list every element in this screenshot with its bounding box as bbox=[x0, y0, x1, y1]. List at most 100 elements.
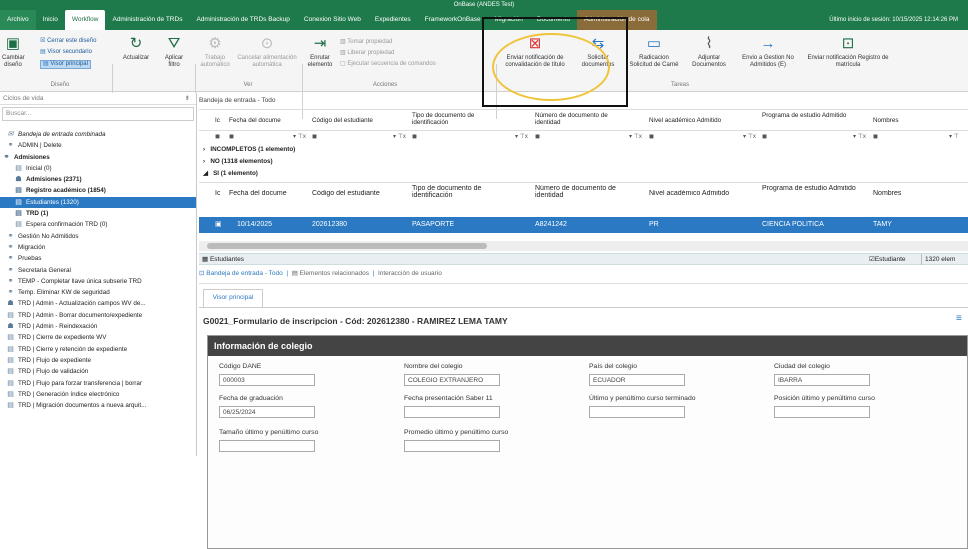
pais-colegio-field[interactable]: ECUADOR bbox=[589, 374, 685, 386]
col-header-codigo[interactable]: Código del estudiante bbox=[312, 117, 373, 124]
expand-icon[interactable]: › bbox=[203, 146, 205, 153]
tab-workflow[interactable]: Workflow bbox=[64, 10, 106, 30]
lifecycle-item[interactable]: ⚭ TEMP - Completar llave única subserie T… bbox=[0, 276, 196, 287]
lifecycle-item[interactable]: ▤ TRD | Flujo de validación bbox=[0, 366, 196, 377]
filter-clear-icon[interactable]: ▾ ⊤x bbox=[629, 133, 642, 140]
ciudad-colegio-field[interactable]: IBARRA bbox=[774, 374, 870, 386]
col-header-programa[interactable]: Programa de estudio Admitido bbox=[762, 112, 857, 119]
lifecycle-item[interactable]: ☗ TRD | Admin - Reindexación bbox=[0, 321, 196, 332]
cancelar-alimentacion-button[interactable]: ⊙ Cancelar alimentación automática bbox=[236, 35, 298, 69]
lifecycle-item[interactable]: ⚭ Admisiones bbox=[0, 152, 196, 163]
col-header-tipo-doc[interactable]: Tipo de documento de identificación bbox=[412, 185, 512, 199]
group-row-no[interactable]: › NO (1318 elementos) bbox=[203, 158, 273, 165]
lifecycle-item[interactable]: ▤ Inicial (0) bbox=[0, 163, 196, 174]
lifecycle-item[interactable]: ▤ TRD | Cierre de expediente WV bbox=[0, 332, 196, 343]
col-header-tipo-doc[interactable]: Tipo de documento de identificación bbox=[412, 112, 512, 126]
col-header-icon[interactable]: Ic bbox=[215, 117, 220, 124]
lifecycle-item[interactable]: ▤ TRD | Migración documentos a nueva arqu… bbox=[0, 400, 196, 411]
lifecycle-item[interactable]: ▤ TRD | Cierre y retención de expediente bbox=[0, 344, 196, 355]
tab-expedientes[interactable]: Expedientes bbox=[368, 10, 418, 30]
lifecycle-item[interactable]: ⚭ Temp. Eliminar KW de seguridad bbox=[0, 287, 196, 298]
filter-icon[interactable]: ◼ bbox=[762, 133, 767, 140]
ejecutar-secuencia-button[interactable]: ▢ Ejecutar secuencia de comandos bbox=[340, 61, 436, 68]
filter-icon[interactable]: ◼ bbox=[215, 133, 220, 140]
lifecycle-item[interactable]: ☗ TRD | Admin - Actualización campos WV d… bbox=[0, 298, 196, 309]
lifecycle-item[interactable]: ⚭ Secretaria General bbox=[0, 265, 196, 276]
tab-administracion-trds[interactable]: Administración de TRDs bbox=[105, 10, 189, 30]
lifecycle-item[interactable]: ✉ Bandeja de entrada combinada bbox=[0, 129, 196, 140]
filter-clear-icon[interactable]: ▾ ⊤x bbox=[853, 133, 866, 140]
visor-principal-button[interactable]: ▤ Visor principal bbox=[40, 60, 91, 69]
horizontal-scrollbar[interactable] bbox=[199, 241, 968, 251]
posicion-field[interactable] bbox=[774, 406, 870, 418]
col-header-icon[interactable]: Ic bbox=[215, 190, 220, 197]
table-row[interactable]: ▣ 10/14/2025 202612380 PASAPORTE A824124… bbox=[199, 217, 968, 233]
scrollbar-thumb[interactable] bbox=[207, 243, 487, 249]
promedio-curso-field[interactable] bbox=[404, 440, 500, 452]
lifecycle-item[interactable]: ▤ TRD | Flujo para forzar transferencia |… bbox=[0, 378, 196, 389]
expand-icon[interactable]: › bbox=[203, 158, 205, 165]
tab-frameworkonbase[interactable]: FrameworkOnBase bbox=[418, 10, 488, 30]
actualizar-button[interactable]: ↻ Actualizar bbox=[118, 35, 154, 62]
adjuntar-documentos-button[interactable]: ⌇ Adjuntar Documentos bbox=[686, 35, 732, 69]
pin-icon[interactable]: ⇟ bbox=[185, 93, 196, 104]
enrutar-elemento-button[interactable]: ⇥ Enrutar elemento bbox=[304, 35, 336, 69]
filter-icon[interactable]: ◼ bbox=[412, 133, 417, 140]
ultimo-curso-field[interactable] bbox=[589, 406, 685, 418]
col-header-fecha[interactable]: Fecha del docume bbox=[229, 117, 281, 124]
filter-icon[interactable]: ◼ bbox=[873, 133, 878, 140]
col-header-codigo[interactable]: Código del estudiante bbox=[312, 190, 380, 197]
lifecycle-item[interactable]: ▤ Registro académico (1854) bbox=[0, 185, 196, 196]
tomar-propiedad-button[interactable]: ▥ Tomar propiedad bbox=[340, 39, 392, 46]
collapse-icon[interactable]: ◢ bbox=[203, 170, 208, 177]
lifecycle-item[interactable]: ▤ TRD (1) bbox=[0, 208, 196, 219]
tab-inbox-all[interactable]: ⊡ Bandeja de entrada - Todo bbox=[199, 270, 283, 277]
trabajo-automatico-button[interactable]: ⚙ Trabajo automático bbox=[198, 35, 232, 69]
col-header-numero-doc[interactable]: Número de documento de identidad bbox=[535, 185, 635, 199]
col-header-nombres[interactable]: Nombres bbox=[873, 190, 901, 197]
filter-clear-icon[interactable]: ▾ ⊤x bbox=[293, 133, 306, 140]
group-row-si[interactable]: ◢ SI (1 elemento) bbox=[203, 170, 258, 177]
tamano-curso-field[interactable] bbox=[219, 440, 315, 452]
fecha-saber-field[interactable] bbox=[404, 406, 500, 418]
lifecycle-item[interactable]: ▤ TRD | Generación índice electrónico bbox=[0, 389, 196, 400]
tab-user-interaction[interactable]: Interacción de usuario bbox=[378, 270, 442, 277]
col-header-programa[interactable]: Programa de estudio Admitido bbox=[762, 185, 857, 192]
lifecycle-item[interactable]: ⚭ Migración bbox=[0, 242, 196, 253]
group-row-incompletos[interactable]: › INCOMPLETOS (1 elemento) bbox=[203, 146, 295, 153]
col-header-fecha[interactable]: Fecha del docume bbox=[229, 190, 287, 197]
lifecycle-item[interactable]: ▤ TRD | Admin - Borrar documento/expedien… bbox=[0, 310, 196, 321]
envio-gestion-button[interactable]: → Envio a Gestion No Admitidos (E) bbox=[738, 35, 798, 69]
filter-clear-icon[interactable]: ▾ ⊤x bbox=[515, 133, 528, 140]
radicacion-carne-button[interactable]: ▭ Radicacion Solicitud de Carné bbox=[628, 35, 680, 69]
filter-clear-icon[interactable]: ▾ ⊤x bbox=[393, 133, 406, 140]
fecha-graduacion-field[interactable]: 06/25/2024 bbox=[219, 406, 315, 418]
tab-inicio[interactable]: Inicio bbox=[36, 10, 65, 30]
col-header-nivel[interactable]: Nivel académico Admitido bbox=[649, 117, 721, 124]
filter-icon[interactable]: ◼ bbox=[535, 133, 540, 140]
lifecycle-item[interactable]: ▤ Estudiantes (1320) bbox=[0, 196, 196, 209]
liberar-propiedad-button[interactable]: ▥ Liberar propiedad bbox=[340, 50, 394, 57]
tab-archivo[interactable]: Archivo bbox=[0, 10, 36, 30]
cerrar-diseno-button[interactable]: ☒ Cerrar este diseño bbox=[40, 38, 96, 45]
tab-administracion-trds-backup[interactable]: Administración de TRDs Backup bbox=[189, 10, 296, 30]
lifecycle-item[interactable]: ▤ TRD | Flujo de expediente bbox=[0, 355, 196, 366]
filter-icon[interactable]: ◼ bbox=[649, 133, 654, 140]
cambiar-diseno-button[interactable]: ▣ Cambiar diseño bbox=[2, 35, 25, 69]
tab-related-items[interactable]: ▤ Elementos relacionados bbox=[292, 270, 369, 277]
col-header-nivel[interactable]: Nivel académico Admitido bbox=[649, 190, 729, 197]
filter-clear-icon[interactable]: ▾ ⊤ bbox=[949, 133, 959, 140]
tab-conexion-sitio-web[interactable]: Conexion Sitio Web bbox=[297, 10, 368, 30]
filter-icon[interactable]: ◼ bbox=[229, 133, 234, 140]
lifecycle-search-input[interactable]: Buscar... bbox=[2, 107, 194, 121]
filter-icon[interactable]: ◼ bbox=[312, 133, 317, 140]
lifecycle-item[interactable]: ⚭ ADMIN | Delete bbox=[0, 140, 196, 151]
filter-clear-icon[interactable]: ▾ ⊤x bbox=[743, 133, 756, 140]
aplicar-filtro-button[interactable]: ⛛ Aplicar filtro bbox=[160, 35, 188, 69]
col-header-numero-doc[interactable]: Número de documento de identidad bbox=[535, 112, 635, 126]
lifecycle-item[interactable]: ⚭ Gestión No Admitidos bbox=[0, 231, 196, 242]
tab-visor-principal[interactable]: Visor principal bbox=[203, 289, 263, 307]
form-menu-icon[interactable]: ≡ bbox=[956, 313, 962, 324]
lifecycle-item[interactable]: ⚭ Pruebas bbox=[0, 253, 196, 264]
visor-secundario-button[interactable]: ▤ Visor secundario bbox=[40, 49, 92, 56]
